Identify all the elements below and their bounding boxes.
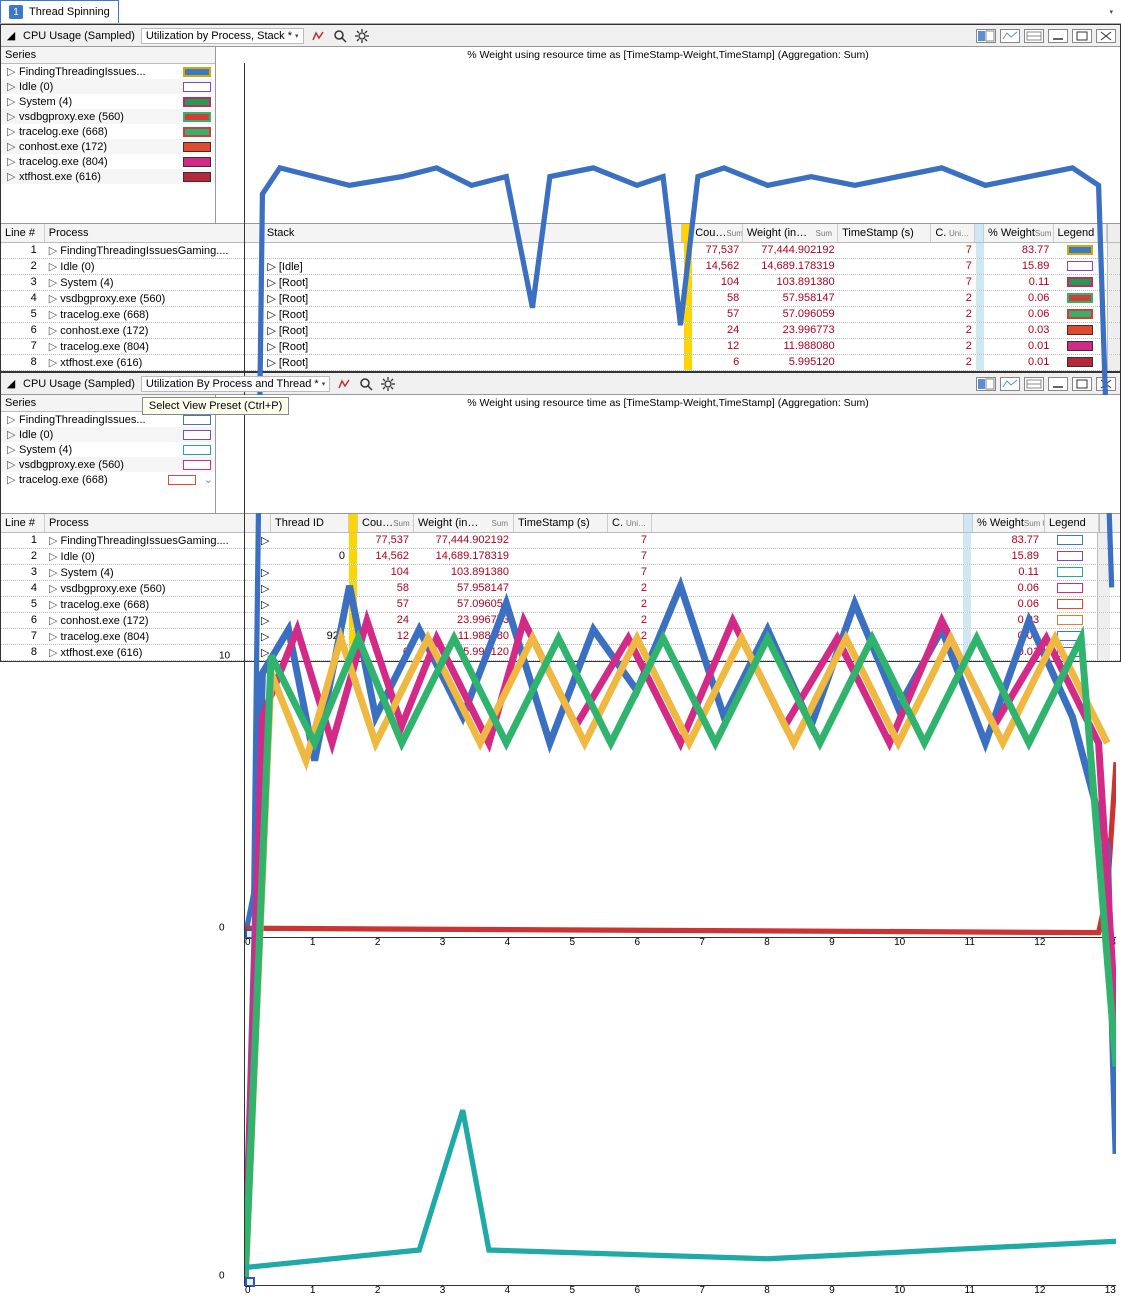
series-list[interactable]: ▷ FindingThreadingIssues... ▷ Idle (0) ▷… (1, 412, 215, 513)
series-list[interactable]: ▷ FindingThreadingIssues... ▷ Idle (0) ▷… (1, 64, 215, 223)
panel2-title: CPU Usage (Sampled) (23, 378, 135, 390)
preset-label: Utilization by Process, Stack * (146, 30, 292, 42)
series-label: vsdbgproxy.exe (560) (19, 459, 124, 471)
series-item[interactable]: ▷ conhost.exe (172) (1, 139, 215, 154)
expand-icon[interactable]: ▷ (7, 110, 15, 123)
series-label: System (4) (19, 96, 72, 108)
color-swatch (183, 82, 211, 92)
chart-area[interactable]: 10 0 012345678910111213 (244, 411, 1116, 1286)
series-item[interactable]: ▷ Idle (0) (1, 79, 215, 94)
view-preset-dropdown[interactable]: Utilization By Process and Thread * ▾ Se… (141, 376, 330, 392)
expand-icon[interactable]: ▷ (7, 428, 15, 441)
search-icon[interactable] (332, 28, 348, 44)
layout-button-1[interactable] (976, 29, 996, 43)
series-item[interactable]: ▷ xtfhost.exe (616) (1, 169, 215, 184)
tooltip: Select View Preset (Ctrl+P) (142, 397, 289, 415)
series-label: Idle (0) (19, 81, 53, 93)
chart-title: % Weight using resource time as [TimeSta… (216, 395, 1120, 411)
chart-panel: % Weight using resource time as [TimeSta… (216, 47, 1120, 223)
series-label: vsdbgproxy.exe (560) (19, 111, 124, 123)
expand-icon[interactable]: ▷ (7, 170, 15, 183)
color-swatch (183, 415, 211, 425)
series-panel: Series ▷ FindingThreadingIssues... ▷ Idl… (1, 47, 216, 223)
series-item[interactable]: ▷ vsdbgproxy.exe (560) (1, 457, 215, 472)
expand-icon[interactable]: ▷ (7, 95, 15, 108)
chevron-down-icon: ▾ (322, 380, 326, 388)
series-header: Series (1, 47, 215, 64)
expand-icon[interactable]: ▷ (7, 458, 15, 471)
color-swatch (183, 142, 211, 152)
series-label: FindingThreadingIssues... (19, 66, 146, 78)
series-label: System (4) (19, 444, 72, 456)
collapse-icon[interactable]: ◢ (5, 29, 17, 42)
panel1-title: CPU Usage (Sampled) (23, 30, 135, 42)
tab-bar: 1 Thread Spinning ▾ (0, 0, 1121, 24)
expand-icon[interactable]: ▷ (7, 65, 15, 78)
series-label: conhost.exe (172) (19, 141, 107, 153)
series-item[interactable]: ▷ System (4) (1, 94, 215, 109)
series-label: tracelog.exe (668) (19, 126, 108, 138)
expand-icon[interactable]: ▷ (7, 155, 15, 168)
layout-button-3[interactable] (1024, 29, 1044, 43)
tab-title: Thread Spinning (29, 6, 110, 18)
series-item[interactable]: ▷ System (4) (1, 442, 215, 457)
series-item[interactable]: ▷ FindingThreadingIssues... (1, 64, 215, 79)
color-swatch (183, 112, 211, 122)
series-label: FindingThreadingIssues... (19, 414, 146, 426)
expand-icon[interactable]: ▷ (7, 413, 15, 426)
gear-icon[interactable] (354, 28, 370, 44)
expand-icon[interactable]: ▷ (7, 473, 15, 486)
chevron-down-icon: ▾ (1109, 8, 1113, 16)
series-label: tracelog.exe (668) (19, 474, 108, 486)
expand-icon[interactable]: ▷ (7, 80, 15, 93)
layout-button-2[interactable] (1000, 29, 1020, 43)
series-item[interactable]: ▷ tracelog.exe (668) ⌄ (1, 472, 215, 487)
chart-title: % Weight using resource time as [TimeSta… (216, 47, 1120, 63)
series-label: Idle (0) (19, 429, 53, 441)
color-swatch (183, 172, 211, 182)
minimize-button[interactable] (1048, 29, 1068, 43)
expand-icon[interactable]: ▷ (7, 125, 15, 138)
series-label: xtfhost.exe (616) (19, 171, 101, 183)
preset-label: Utilization By Process and Thread * (146, 378, 319, 390)
collapse-icon[interactable]: ◢ (5, 377, 17, 390)
color-swatch (183, 430, 211, 440)
panel-cpu-usage-2: ◢ CPU Usage (Sampled) Utilization By Pro… (0, 372, 1121, 662)
expand-icon[interactable]: ▷ (7, 140, 15, 153)
tab-number-badge: 1 (9, 5, 23, 19)
tab-overflow-button[interactable]: ▾ (1101, 0, 1121, 23)
color-swatch (183, 445, 211, 455)
series-item[interactable]: ▷ vsdbgproxy.exe (560) (1, 109, 215, 124)
chevron-down-icon[interactable]: ⌄ (204, 473, 213, 486)
color-swatch (183, 67, 211, 77)
color-swatch (168, 475, 196, 485)
panel-cpu-usage-1: ◢ CPU Usage (Sampled) Utilization by Pro… (0, 24, 1121, 372)
panel1-toolbar: ◢ CPU Usage (Sampled) Utilization by Pro… (1, 25, 1120, 47)
maximize-button[interactable] (1072, 29, 1092, 43)
color-swatch (183, 460, 211, 470)
color-swatch (183, 157, 211, 167)
expand-icon[interactable]: ▷ (7, 443, 15, 456)
series-item[interactable]: ▷ Idle (0) (1, 427, 215, 442)
color-swatch (183, 97, 211, 107)
close-button[interactable] (1096, 29, 1116, 43)
x-axis-labels: 012345678910111213 (245, 1285, 1116, 1299)
series-item[interactable]: ▷ tracelog.exe (804) (1, 154, 215, 169)
series-label: tracelog.exe (804) (19, 156, 108, 168)
chart-icon[interactable] (310, 28, 326, 44)
color-swatch (183, 127, 211, 137)
chart-lines (245, 411, 1116, 1285)
view-preset-dropdown[interactable]: Utilization by Process, Stack * ▾ (141, 28, 304, 44)
tab-thread-spinning[interactable]: 1 Thread Spinning (0, 0, 119, 23)
chart-panel: % Weight using resource time as [TimeSta… (216, 395, 1120, 513)
chevron-down-icon: ▾ (295, 32, 299, 40)
series-item[interactable]: ▷ tracelog.exe (668) (1, 124, 215, 139)
